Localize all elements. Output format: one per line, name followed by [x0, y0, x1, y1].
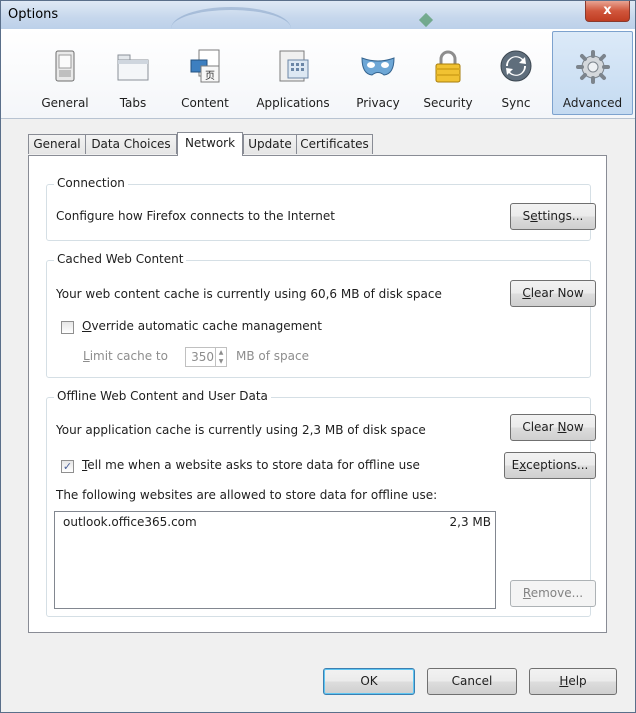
offline-content-group: Offline Web Content and User Data Your a…: [46, 389, 596, 617]
access-key: R: [522, 586, 531, 600]
checkmark-icon: ✓: [62, 460, 73, 473]
network-tab-panel: Connection Configure how Firefox connect…: [28, 155, 607, 633]
svg-text:页: 页: [205, 70, 215, 82]
connection-group: Connection Configure how Firefox connect…: [46, 176, 596, 241]
access-key: L: [83, 349, 90, 363]
connection-legend: Connection: [54, 176, 128, 190]
button-label: OK: [360, 674, 378, 688]
tab-label: Data Choices: [91, 137, 171, 151]
applications-icon: [279, 50, 309, 82]
override-cache-checkbox[interactable]: [61, 321, 74, 334]
toolbar-label: Applications: [256, 96, 330, 110]
help-button[interactable]: Help: [529, 668, 617, 695]
toolbar-label: Security: [423, 96, 473, 110]
cache-legend: Cached Web Content: [54, 252, 187, 266]
title-bar[interactable]: Options x: [1, 1, 635, 29]
padlock-icon: [435, 50, 461, 83]
toolbar-general-button[interactable]: General: [28, 29, 102, 117]
tab-general[interactable]: General: [28, 134, 86, 154]
tab-network[interactable]: Network: [177, 132, 243, 156]
toolbar-label: Privacy: [356, 96, 400, 110]
access-key: C: [522, 286, 531, 300]
connection-settings-button[interactable]: Settings...: [510, 203, 596, 230]
clear-offline-button[interactable]: Clear Now: [510, 414, 596, 441]
button-label: emove...: [530, 586, 584, 600]
button-label: ow: [566, 420, 584, 434]
tab-update[interactable]: Update: [243, 134, 297, 154]
spinner-arrows[interactable]: ▲ ▼: [215, 348, 226, 366]
tab-label: Update: [248, 137, 292, 151]
toolbar-label: General: [41, 96, 89, 110]
exceptions-button[interactable]: Exceptions...: [504, 452, 596, 479]
toolbar-security-button[interactable]: Security: [417, 29, 479, 117]
title-bar-decoration-leaf: [418, 12, 434, 28]
options-window: Options x General Tabs 页 Content Applica…: [0, 0, 636, 713]
override-cache-label[interactable]: Override automatic cache management: [82, 319, 322, 333]
folder-tabs-icon: [117, 54, 149, 81]
button-label: Clear: [522, 420, 558, 434]
cache-limit-label: Limit cache to: [83, 349, 168, 363]
toolbar-advanced-button[interactable]: Advanced: [552, 31, 633, 115]
offline-legend: Offline Web Content and User Data: [54, 389, 271, 403]
toolbar-label: Advanced: [562, 96, 623, 110]
button-label: ttings...: [537, 209, 584, 223]
close-icon: x: [603, 3, 612, 18]
cache-limit-value: 350: [191, 350, 214, 364]
site-size: 2,3 MB: [449, 515, 491, 529]
gear-icon: [575, 50, 610, 84]
site-name: outlook.office365.com: [63, 515, 197, 529]
offline-list-caption: The following websites are allowed to st…: [56, 488, 438, 502]
cancel-button[interactable]: Cancel: [427, 668, 517, 695]
toolbar-sync-button[interactable]: Sync: [491, 29, 541, 117]
switch-icon: [55, 50, 75, 82]
toolbar-label: Sync: [501, 96, 531, 110]
cache-usage-text: Your web content cache is currently usin…: [56, 287, 442, 301]
clear-cache-button[interactable]: Clear Now: [510, 280, 596, 307]
button-label: elp: [568, 674, 587, 688]
cache-limit-unit: MB of space: [236, 349, 309, 363]
button-label: ceptions...: [526, 458, 589, 472]
toolbar-label: Content: [181, 96, 229, 110]
label-text: verride automatic cache management: [91, 319, 322, 333]
button-label: lear Now: [530, 286, 584, 300]
access-key: e: [530, 209, 538, 223]
toolbar-privacy-button[interactable]: Privacy: [349, 29, 407, 117]
label-text: ell me when a website asks to store data…: [87, 458, 420, 472]
connection-description: Configure how Firefox connects to the In…: [56, 209, 335, 223]
offline-sites-list[interactable]: outlook.office365.com 2,3 MB: [54, 511, 496, 609]
tell-me-checkbox[interactable]: ✓: [61, 460, 74, 473]
toolbar-tabs-button[interactable]: Tabs: [107, 29, 159, 117]
tab-label: Network: [184, 136, 236, 150]
tab-label: Certificates: [300, 137, 369, 151]
close-window-button[interactable]: x: [585, 1, 630, 22]
cache-limit-spinner[interactable]: 350 ▲ ▼: [185, 347, 227, 367]
cache-limit-row: Limit cache to 350 ▲ ▼ MB of space: [83, 347, 343, 369]
ok-button[interactable]: OK: [323, 668, 415, 695]
access-key: N: [557, 420, 567, 434]
content-page-icon: 页: [190, 49, 220, 83]
toolbar-applications-button[interactable]: Applications: [248, 29, 338, 117]
tab-label: General: [33, 137, 81, 151]
tab-data-choices[interactable]: Data Choices: [85, 134, 177, 154]
button-label: Cancel: [451, 674, 493, 688]
preferences-toolbar: General Tabs 页 Content Applications Priv…: [1, 29, 635, 119]
window-title: Options: [8, 7, 59, 22]
label-text: imit cache to: [89, 349, 168, 363]
mask-icon: [361, 57, 395, 76]
tell-me-label[interactable]: Tell me when a website asks to store dat…: [82, 458, 420, 472]
offline-usage-text: Your application cache is currently usin…: [56, 423, 426, 437]
toolbar-label: Tabs: [119, 96, 147, 110]
sync-icon: [500, 50, 532, 82]
toolbar-content-button[interactable]: 页 Content: [171, 29, 239, 117]
list-item[interactable]: outlook.office365.com 2,3 MB: [55, 512, 495, 532]
access-key: H: [559, 674, 569, 688]
remove-button[interactable]: Remove...: [510, 580, 596, 607]
cached-web-content-group: Cached Web Content Your web content cach…: [46, 252, 596, 378]
tab-certificates[interactable]: Certificates: [296, 134, 373, 154]
